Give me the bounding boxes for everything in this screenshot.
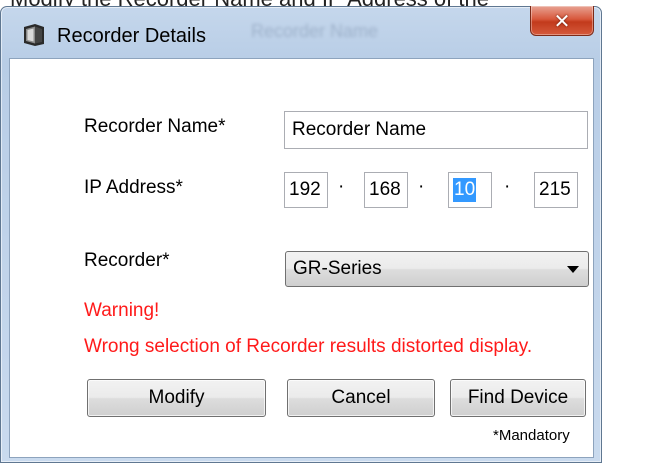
- close-button[interactable]: ✕: [530, 6, 594, 36]
- ip-octet-1-input[interactable]: 192: [284, 172, 328, 208]
- close-icon: ✕: [553, 8, 571, 33]
- ip-address-label: IP Address*: [84, 177, 183, 198]
- ip-separator-2: ·: [418, 176, 425, 197]
- ip-octet-3-selected-value: 10: [453, 178, 477, 202]
- background-window-title: Recorder Name: [251, 21, 379, 41]
- recorder-box-icon: [24, 24, 44, 46]
- window-title: Recorder Details: [57, 25, 206, 47]
- cancel-button[interactable]: Cancel: [287, 379, 435, 417]
- warning-message: Wrong selection of Recorder results dist…: [84, 336, 533, 357]
- title-bar[interactable]: Recorder Name Recorder Details ✕: [1, 6, 601, 65]
- ip-separator-3: ·: [504, 176, 511, 197]
- find-device-button[interactable]: Find Device: [450, 379, 586, 417]
- chevron-down-icon[interactable]: [567, 266, 579, 273]
- warning-title: Warning!: [84, 300, 160, 321]
- ip-octet-1-value: 192: [289, 179, 321, 200]
- ip-octet-2-input[interactable]: 168: [364, 172, 408, 208]
- recorder-label: Recorder*: [84, 250, 170, 271]
- recorder-details-dialog: Recorder Name Recorder Details ✕ Recorde…: [0, 6, 602, 463]
- recorder-select[interactable]: GR-Series: [285, 251, 589, 287]
- recorder-name-label: Recorder Name*: [84, 116, 226, 137]
- ip-separator-1: ·: [338, 176, 345, 197]
- recorder-name-input[interactable]: Recorder Name: [284, 111, 588, 149]
- recorder-selected-value: GR-Series: [293, 258, 382, 279]
- ip-octet-3-input[interactable]: 10: [448, 172, 492, 208]
- modify-button[interactable]: Modify: [87, 379, 266, 417]
- ip-octet-4-value: 215: [539, 179, 571, 200]
- mandatory-footnote: *Mandatory: [493, 427, 570, 444]
- ip-octet-2-value: 168: [369, 179, 401, 200]
- dialog-body: Recorder Name* Recorder Name IP Address*…: [9, 58, 594, 458]
- ip-octet-4-input[interactable]: 215: [534, 172, 578, 208]
